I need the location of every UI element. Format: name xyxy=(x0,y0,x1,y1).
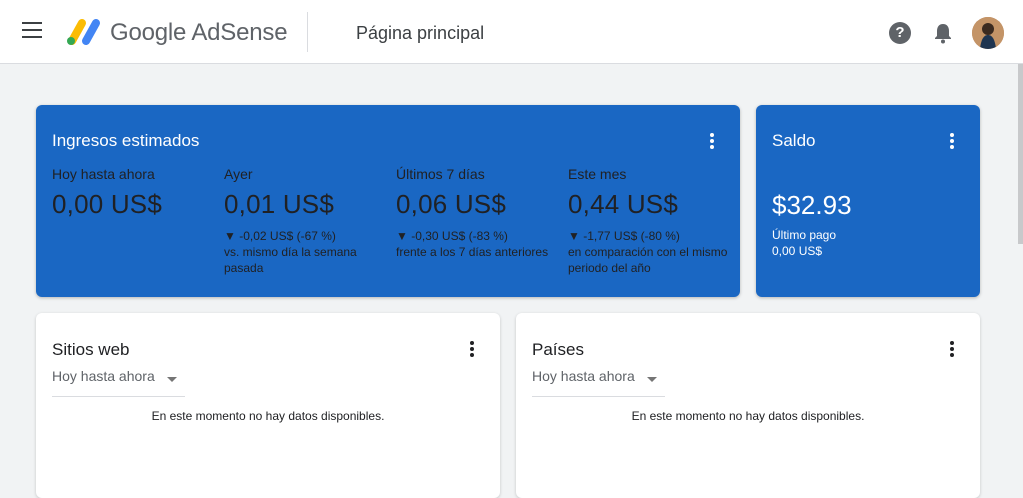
countries-more-icon[interactable] xyxy=(942,339,962,359)
page-title: Página principal xyxy=(356,23,485,43)
metric-value: 0,01 US$ xyxy=(224,189,335,219)
earnings-more-icon[interactable] xyxy=(702,131,722,151)
header-divider xyxy=(307,12,308,52)
metric-change: ▼ -1,77 US$ (-80 %) xyxy=(568,229,680,243)
balance-value: $32.93 xyxy=(772,190,852,220)
avatar[interactable] xyxy=(972,17,1004,49)
chevron-down-icon xyxy=(647,377,657,382)
earnings-title: Ingresos estimados xyxy=(52,131,200,150)
menu-icon[interactable] xyxy=(22,22,44,40)
last-payment-value: 0,00 US$ xyxy=(772,244,823,258)
balance-title: Saldo xyxy=(772,131,816,150)
countries-range-dropdown[interactable]: Hoy hasta ahora xyxy=(532,368,665,397)
metric-label: Hoy hasta ahora xyxy=(52,166,155,182)
metric-yesterday: Ayer 0,01 US$ ▼ -0,02 US$ (-67 %) vs. mi… xyxy=(224,166,384,276)
dropdown-value: Hoy hasta ahora xyxy=(532,368,635,384)
balance-more-icon[interactable] xyxy=(942,131,962,151)
countries-title: Países xyxy=(532,340,584,359)
metric-note: frente a los 7 días anteriores xyxy=(396,245,549,259)
metric-value: 0,44 US$ xyxy=(568,189,679,219)
dropdown-value: Hoy hasta ahora xyxy=(52,368,155,384)
metric-value: 0,06 US$ xyxy=(396,189,507,219)
help-icon[interactable]: ? xyxy=(889,22,911,44)
sites-range-dropdown[interactable]: Hoy hasta ahora xyxy=(52,368,185,397)
metric-note: vs. mismo día la semana pasada xyxy=(224,245,357,275)
last-payment-label: Último pago xyxy=(772,228,837,242)
notifications-icon[interactable] xyxy=(933,22,953,44)
countries-card xyxy=(516,313,980,498)
countries-empty-message: En este momento no hay datos disponibles… xyxy=(631,409,865,423)
sites-empty-message: En este momento no hay datos disponibles… xyxy=(151,409,385,423)
adsense-logo-icon xyxy=(67,19,100,45)
chevron-down-icon xyxy=(167,377,177,382)
metric-change: ▼ -0,30 US$ (-83 %) xyxy=(396,229,508,243)
metric-value: 0,00 US$ xyxy=(52,189,163,219)
metric-label: Este mes xyxy=(568,166,627,182)
scrollbar[interactable] xyxy=(1018,64,1023,244)
metric-change: ▼ -0,02 US$ (-67 %) xyxy=(224,229,336,243)
metric-label: Últimos 7 días xyxy=(396,166,485,182)
metric-this-month: Este mes 0,44 US$ ▼ -1,77 US$ (-80 %) en… xyxy=(568,166,728,276)
metric-today: Hoy hasta ahora 0,00 US$ xyxy=(52,166,212,228)
metric-label: Ayer xyxy=(224,166,253,182)
sites-more-icon[interactable] xyxy=(462,339,482,359)
top-app-bar: Google AdSense Página principal ? xyxy=(0,0,1023,64)
brand-name: Google AdSense xyxy=(110,19,288,46)
metric-note: en comparación con el mismo periodo del … xyxy=(568,245,728,275)
metric-last-7-days: Últimos 7 días 0,06 US$ ▼ -0,30 US$ (-83… xyxy=(396,166,556,260)
sites-title: Sitios web xyxy=(52,340,130,359)
